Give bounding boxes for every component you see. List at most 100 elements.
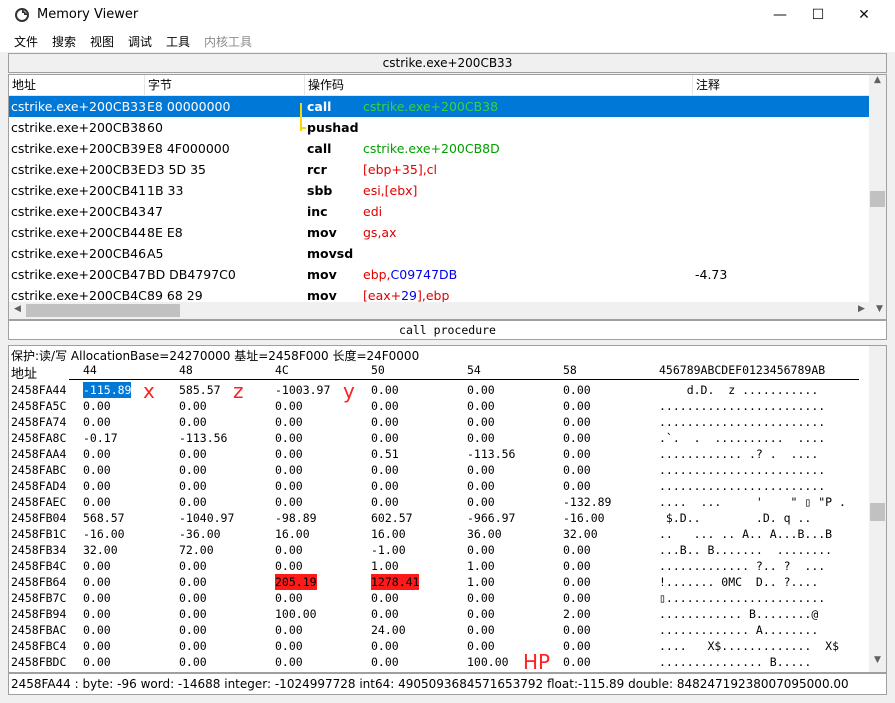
hex-ascii-cell[interactable]: ............. A........ (659, 622, 818, 638)
hex-value-cell[interactable]: 0.00 (467, 430, 495, 446)
hex-value-cell[interactable]: -0.17 (83, 430, 118, 446)
hex-value-cell[interactable]: 16.00 (371, 526, 406, 542)
hex-row[interactable]: 2458FBC4 0.00 0.00 0.00 0.00 0.00 0.00 .... X$.… (9, 638, 867, 654)
hex-value-cell[interactable]: 0.00 (563, 382, 591, 398)
hex-value-cell[interactable]: 100.00 (275, 606, 317, 622)
disasm-vertical-scrollbar[interactable]: ▲ (869, 75, 886, 303)
hex-value-cell[interactable]: 602.57 (371, 510, 413, 526)
hex-value-cell[interactable]: 0.00 (371, 414, 399, 430)
hex-value-cell[interactable]: -1003.97 (275, 382, 330, 398)
hex-value-cell[interactable]: 0.00 (371, 654, 399, 670)
hex-value-cell[interactable]: 0.00 (467, 478, 495, 494)
hex-value-cell[interactable]: 32.00 (83, 542, 118, 558)
col-bytes[interactable]: 字节 (145, 75, 305, 95)
hex-row[interactable]: 2458FA44 -115.89 585.57 -1003.97 0.00 0.00 0.0… (9, 382, 867, 398)
disasm-row[interactable]: cstrike.exe+200CB47 BD DB4797C0 mov ebp,… (9, 264, 869, 285)
hex-value-cell[interactable]: 0.00 (467, 414, 495, 430)
hex-value-cell[interactable]: 0.00 (467, 590, 495, 606)
scroll-up-icon[interactable]: ▲ (869, 75, 886, 85)
hex-value-cell[interactable]: 0.00 (467, 382, 495, 398)
menu-debug[interactable]: 调试 (128, 33, 152, 50)
hex-value-cell[interactable]: 0.00 (467, 398, 495, 414)
scroll-thumb[interactable] (870, 191, 885, 207)
hex-value-cell[interactable]: 0.00 (371, 494, 399, 510)
hex-value-cell[interactable]: 0.00 (371, 462, 399, 478)
hex-value-cell[interactable]: 0.00 (179, 638, 207, 654)
hex-value-cell[interactable]: 0.00 (275, 462, 303, 478)
hex-value-cell[interactable]: 0.00 (83, 398, 111, 414)
hex-value-cell[interactable]: 0.00 (179, 654, 207, 670)
hex-value-cell[interactable]: 0.00 (467, 542, 495, 558)
disasm-row[interactable]: cstrike.exe+200CB44 8E E8 mov gs,ax (9, 222, 869, 243)
hex-value-cell[interactable]: 0.00 (83, 478, 111, 494)
hex-row[interactable]: 2458FB4C 0.00 0.00 0.00 1.00 1.00 0.00........… (9, 558, 867, 574)
menu-kernel-tools[interactable]: 内核工具 (204, 33, 252, 50)
hex-value-cell[interactable]: 0.00 (179, 606, 207, 622)
hex-value-cell[interactable]: -1.00 (371, 542, 406, 558)
hex-value-cell[interactable]: 0.00 (275, 558, 303, 574)
hex-value-cell[interactable]: 0.00 (467, 622, 495, 638)
menu-tools[interactable]: 工具 (166, 33, 190, 50)
disasm-horizontal-scrollbar[interactable]: ◀ ▶ ▼ (9, 302, 886, 319)
hex-ascii-cell[interactable]: ........................ (659, 414, 825, 430)
hex-ascii-cell[interactable]: ............ B........@ (659, 606, 818, 622)
hex-value-cell[interactable]: 0.00 (371, 638, 399, 654)
hex-row[interactable]: 2458FA74 0.00 0.00 0.00 0.00 0.00 0.00........… (9, 414, 867, 430)
hex-value-cell[interactable]: 0.00 (83, 638, 111, 654)
disassembler-panel[interactable]: 地址 字节 操作码 注释 cstrike.exe+200CB33 E8 0000… (8, 74, 887, 320)
disasm-row[interactable]: cstrike.exe+200CB46 A5 movsd (9, 243, 869, 264)
disasm-row[interactable]: cstrike.exe+200CB41 1B 33 sbb esi,[ebx] (9, 180, 869, 201)
hex-value-cell[interactable]: 0.00 (83, 606, 111, 622)
hex-value-cell[interactable]: 0.00 (563, 430, 591, 446)
hex-value-cell[interactable]: 0.00 (179, 462, 207, 478)
hex-value-cell[interactable]: 0.00 (467, 462, 495, 478)
hex-value-cell[interactable]: 0.00 (275, 638, 303, 654)
hex-ascii-cell[interactable]: .`. . .......... .... (659, 430, 825, 446)
hex-value-cell[interactable]: 36.00 (467, 526, 502, 542)
hex-row[interactable]: 2458FA5C 0.00 0.00 0.00 0.00 0.00 0.00........… (9, 398, 867, 414)
hex-value-cell[interactable]: 0.00 (83, 494, 111, 510)
hex-ascii-cell[interactable]: ▯....................... (659, 590, 825, 606)
hex-value-cell[interactable]: 0.00 (83, 446, 111, 462)
hex-value-cell[interactable]: 100.00 (467, 654, 509, 670)
hex-value-cell[interactable]: 0.00 (275, 590, 303, 606)
hex-value-cell[interactable]: 0.00 (83, 574, 111, 590)
hex-value-cell[interactable]: 0.00 (563, 542, 591, 558)
hex-row[interactable]: 2458FB7C 0.00 0.00 0.00 0.00 0.00 0.00 ▯.......… (9, 590, 867, 606)
hex-value-cell[interactable]: 0.00 (467, 494, 495, 510)
disasm-row[interactable]: cstrike.exe+200CB43 47 inc edi (9, 201, 869, 222)
hex-value-cell[interactable]: 0.00 (563, 590, 591, 606)
hex-value-cell[interactable]: 0.00 (275, 654, 303, 670)
hex-value-cell[interactable]: 0.00 (563, 654, 591, 670)
hex-row[interactable]: 2458FAEC 0.00 0.00 0.00 0.00 0.00 -132.89 .... … (9, 494, 867, 510)
hex-value-cell[interactable]: 0.00 (83, 654, 111, 670)
scroll-right-icon[interactable]: ▶ (853, 304, 870, 314)
hex-ascii-cell[interactable]: d.D. z ........... (659, 382, 819, 398)
hex-value-cell[interactable]: 0.00 (83, 558, 111, 574)
hex-value-cell[interactable]: 1.00 (371, 558, 399, 574)
hex-value-cell[interactable]: 0.00 (275, 494, 303, 510)
hex-ascii-cell[interactable]: ...B.. B....... ........ (659, 542, 832, 558)
hex-value-cell[interactable]: 0.51 (371, 446, 399, 462)
menu-search[interactable]: 搜索 (52, 33, 76, 50)
hex-value-cell[interactable]: 0.00 (275, 478, 303, 494)
close-button[interactable]: ✕ (841, 0, 887, 30)
scroll-thumb[interactable] (870, 503, 885, 521)
hex-value-cell[interactable]: 0.00 (563, 462, 591, 478)
hex-vertical-scrollbar[interactable]: ▼ (869, 346, 886, 672)
hex-ascii-cell[interactable]: ........................ (659, 478, 825, 494)
hex-value-cell[interactable]: 0.00 (563, 478, 591, 494)
hex-value-cell[interactable]: 568.57 (83, 510, 125, 526)
hex-value-cell[interactable]: 0.00 (179, 558, 207, 574)
hex-value-cell[interactable]: 0.00 (83, 414, 111, 430)
hex-value-cell[interactable]: 0.00 (83, 462, 111, 478)
disasm-address-header[interactable]: cstrike.exe+200CB33 (8, 53, 887, 73)
hex-value-cell[interactable]: 0.00 (371, 398, 399, 414)
hex-value-cell[interactable]: 0.00 (275, 398, 303, 414)
hex-row[interactable]: 2458FAD4 0.00 0.00 0.00 0.00 0.00 0.00........… (9, 478, 867, 494)
scroll-down-icon[interactable]: ▼ (869, 655, 886, 665)
disasm-row[interactable]: cstrike.exe+200CB33 E8 00000000 call cst… (9, 96, 869, 117)
hex-row[interactable]: 2458FB34 32.00 72.00 0.00 -1.00 0.00 0.00 ...B.… (9, 542, 867, 558)
col-address[interactable]: 地址 (9, 75, 145, 95)
hex-value-cell[interactable]: 0.00 (179, 574, 207, 590)
